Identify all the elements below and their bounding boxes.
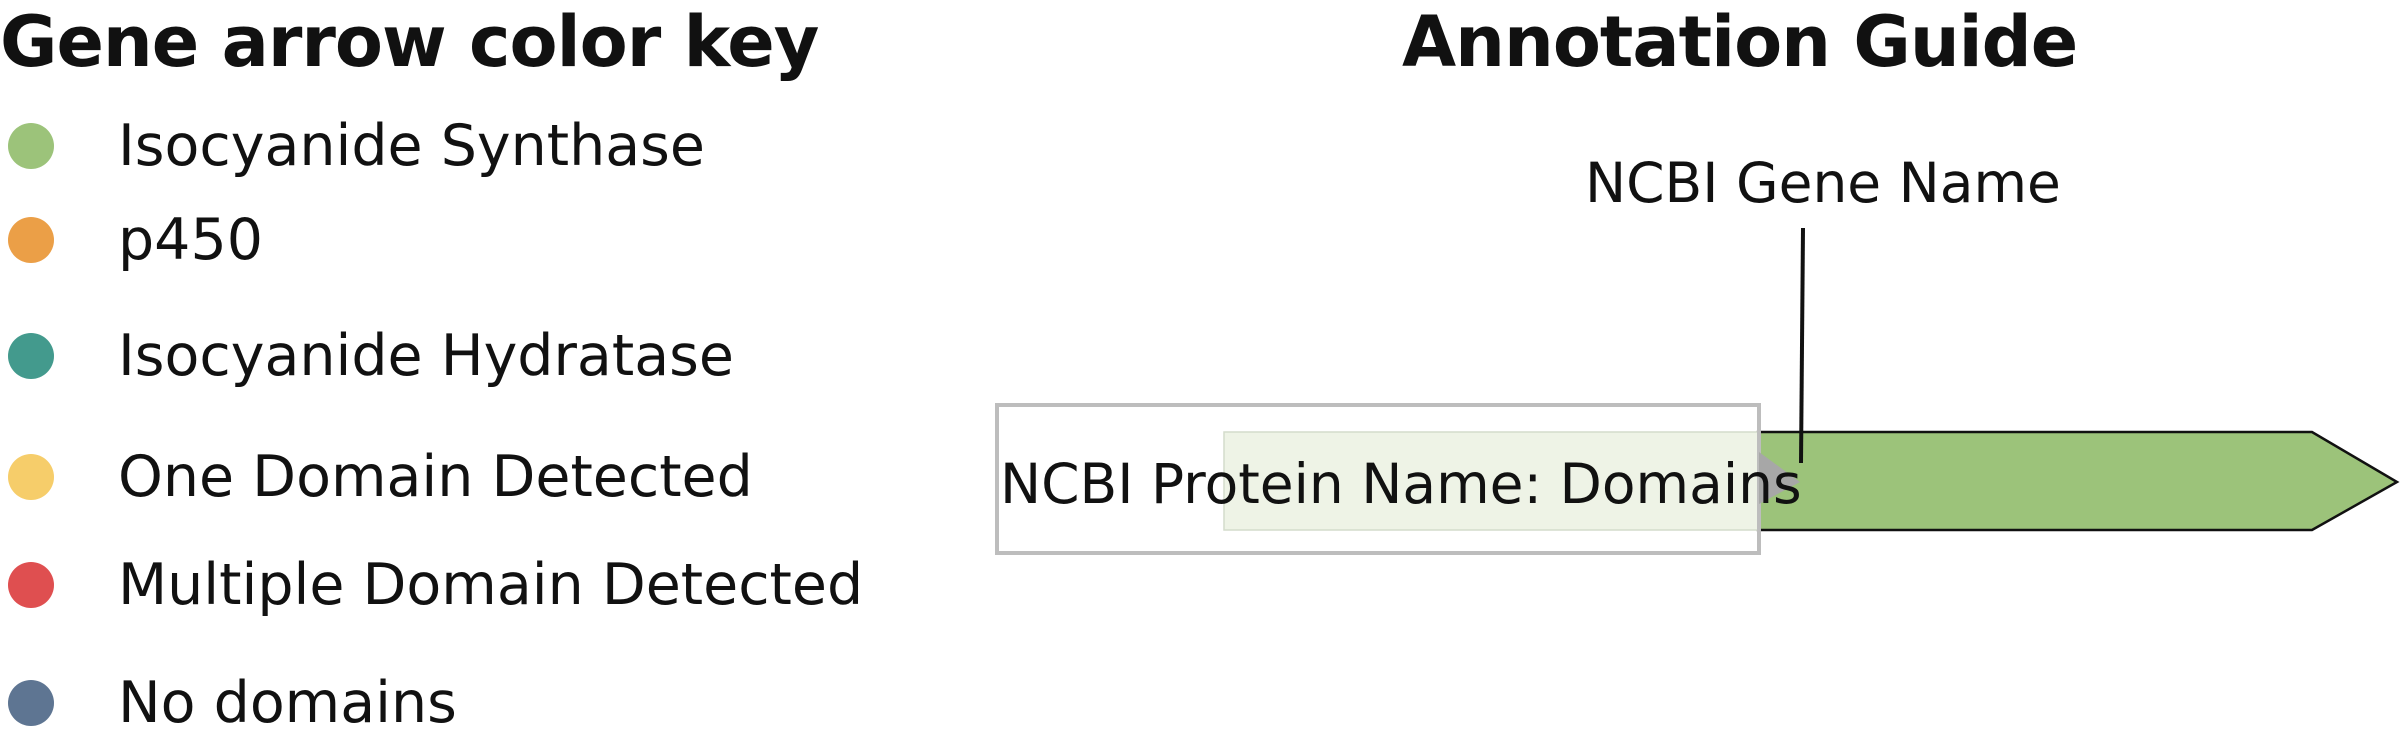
gene-name-label: NCBI Gene Name <box>1585 151 2061 215</box>
gene-name-leader-line <box>1799 227 1805 464</box>
protein-name-label: NCBI Protein Name: Domains <box>1000 452 1802 516</box>
annotation-diagram <box>995 227 2400 555</box>
gene-arrow <box>1756 430 2400 532</box>
